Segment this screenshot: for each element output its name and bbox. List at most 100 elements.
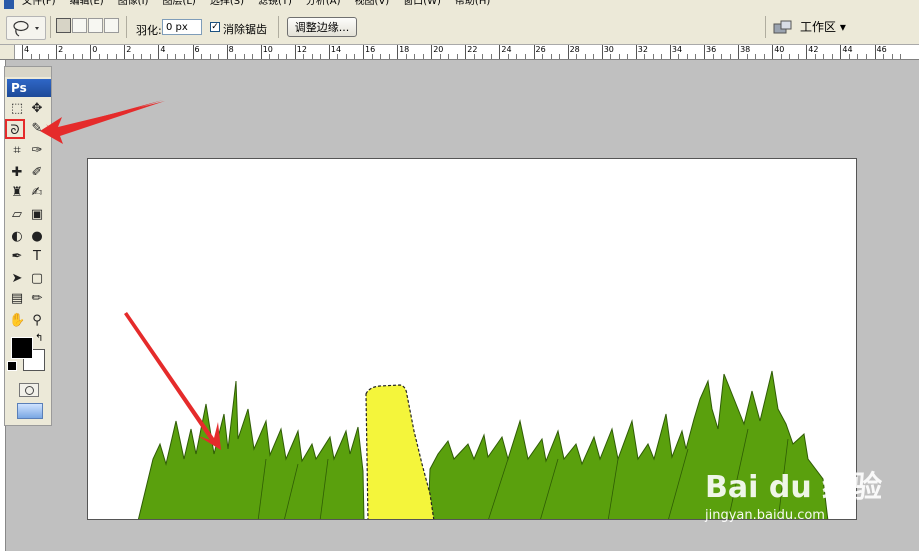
ruler-minor-tick [712,54,714,59]
watermark: Bai du 经验 jingyan.baidu.com [700,462,910,532]
refine-edge-button[interactable]: 调整边缘... [287,17,357,37]
notes-tool[interactable]: ▤ [9,291,25,307]
ruler-minor-tick [235,54,237,59]
toolbox-grip[interactable] [5,67,51,77]
shape-tool[interactable]: ▢ [29,271,45,287]
ruler-major-tick [669,45,671,59]
shape-tool-icon: ▢ [30,271,44,286]
ruler-major-tick [772,45,774,59]
gradient-tool-icon: ▣ [30,207,44,222]
magic-wand-tool[interactable]: ✎ [29,121,45,137]
ruler-minor-tick [405,54,407,59]
ruler-minor-tick [729,54,731,59]
workspace-icon[interactable] [773,19,793,35]
ruler-minor-tick [686,54,688,59]
eraser-tool[interactable]: ▱ [9,207,25,223]
ruler-minor-tick [439,54,441,59]
horizontal-ruler: 4 2 0 2 4 6 8 10 12 14 16 18 20 22 24 26 28 30 32 34 36 38 40 4… [0,45,919,60]
blur-tool[interactable]: ◐ [9,229,25,245]
healing-brush-tool[interactable]: ✚ [9,165,25,181]
tool-preset-picker[interactable] [6,16,46,40]
options-bar: 羽化: 0 px ✓ 消除锯齿 调整边缘... 工作区 ▾ [0,10,919,45]
ruler-minor-tick [746,54,748,59]
ruler-minor-tick [209,54,211,59]
watermark-brand: Bai du 经验 [705,470,883,505]
antialias-checkbox[interactable]: ✓ [210,22,220,32]
ruler-label: 24 [501,45,512,54]
ruler-minor-tick [183,54,185,59]
zoom-tool[interactable]: ⚲ [29,313,45,329]
ruler-label: 26 [535,45,546,54]
workspace-menu-button[interactable]: 工作区 ▾ [800,18,866,37]
ruler-label: 32 [637,45,648,54]
hand-tool-icon: ✋ [9,313,26,328]
menu-item[interactable]: 文件(F) [22,0,56,8]
ruler-label: 2 [58,45,64,54]
menu-item[interactable]: 图层(L) [162,0,195,8]
menu-item[interactable]: 窗口(W) [403,0,441,8]
add-to-selection-button[interactable] [72,18,87,33]
new-selection-button[interactable] [56,18,71,33]
ruler-label: 8 [228,45,234,54]
ruler-minor-tick [550,54,552,59]
ruler-minor-tick [286,54,288,59]
menu-item[interactable]: 分析(A) [306,0,341,8]
default-colors-icon[interactable] [7,361,17,371]
ruler-minor-tick [380,54,382,59]
slice-tool[interactable]: ✑ [29,143,45,159]
ruler-label: 40 [774,45,785,54]
ruler-major-tick [601,45,603,59]
subtract-from-selection-button[interactable] [88,18,103,33]
hand-tool[interactable]: ✋ [9,313,25,329]
pen-tool[interactable]: ✒ [9,249,25,265]
clone-stamp-tool[interactable]: ♜ [9,185,25,201]
ruler-major-tick [294,45,296,59]
dodge-tool[interactable]: ● [29,229,45,245]
ruler-minor-tick [823,54,825,59]
marquee-tool[interactable]: ⬚ [9,101,25,117]
lasso-tool-icon: ᘐ [10,123,20,138]
history-brush-tool[interactable]: ✍ [29,185,45,201]
ruler-minor-tick [516,54,518,59]
foreground-color-swatch[interactable] [11,337,33,359]
eyedropper-tool[interactable]: ✏ [29,291,45,307]
move-tool[interactable]: ✥ [29,101,45,117]
ruler-minor-tick [473,54,475,59]
feather-label: 羽化: [136,24,162,37]
ruler-minor-tick [371,54,373,59]
history-brush-tool-icon: ✍ [31,185,43,200]
ruler-minor-tick [857,54,859,59]
ruler-minor-tick [47,54,49,59]
menu-item[interactable]: 选择(S) [210,0,244,8]
ruler-major-tick [192,45,194,59]
ruler-minor-tick [81,54,83,59]
menu-item[interactable]: 图像(I) [118,0,149,8]
menu-item[interactable]: 帮助(H) [455,0,490,8]
intersect-selection-button[interactable] [104,18,119,33]
brush-tool[interactable]: ✐ [29,165,45,181]
crop-tool[interactable]: ⌗ [9,143,25,159]
type-tool[interactable]: T [29,249,45,265]
ruler-minor-tick [865,54,867,59]
menu-item[interactable]: 滤镜(T) [258,0,292,8]
feather-input[interactable]: 0 px [162,19,202,35]
ruler-major-tick [465,45,467,59]
separator [126,16,127,38]
gradient-tool[interactable]: ▣ [29,207,45,223]
ruler-major-tick [260,45,262,59]
path-selection-tool[interactable]: ➤ [9,271,25,287]
ruler-minor-tick [201,54,203,59]
ruler-minor-tick [243,54,245,59]
quick-mask-button[interactable] [19,383,39,397]
swap-colors-icon[interactable]: ↰ [35,333,43,344]
screen-mode-button[interactable] [17,403,43,419]
ruler-major-tick [806,45,808,59]
ruler-minor-tick [627,54,629,59]
ruler-minor-tick [661,54,663,59]
lasso-tool[interactable]: ᘐ [5,119,25,139]
menu-item[interactable]: 编辑(E) [70,0,104,8]
ruler-minor-tick [320,54,322,59]
pen-tool-icon: ✒ [11,249,23,264]
menu-item[interactable]: 视图(V) [355,0,390,8]
ruler-label: 46 [876,45,887,54]
